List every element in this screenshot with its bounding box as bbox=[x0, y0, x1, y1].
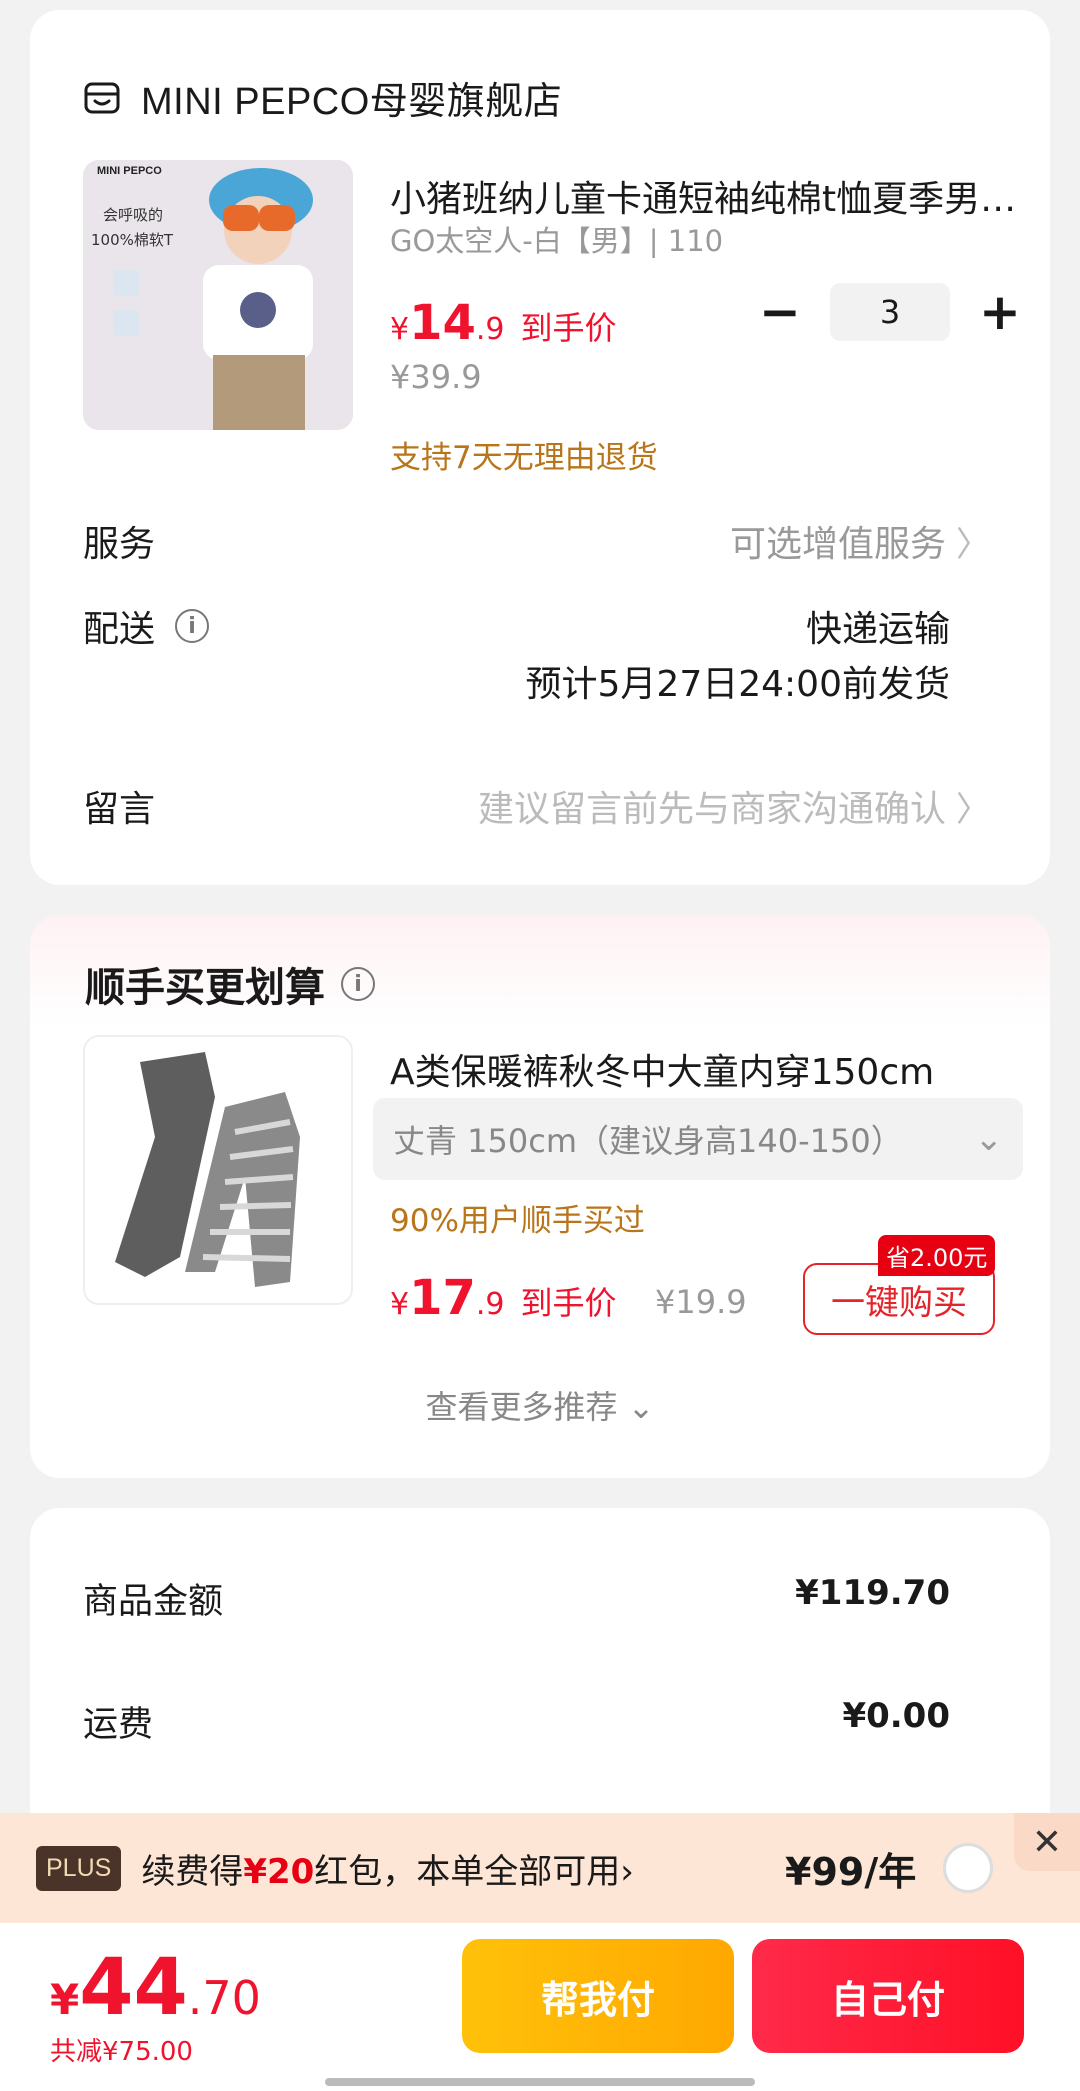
goods-amount-label: 商品金额 bbox=[83, 1582, 224, 1622]
total-savings: 共减¥75.00 bbox=[50, 2037, 193, 2067]
home-indicator[interactable] bbox=[325, 2078, 755, 2086]
plus-price: ¥99/年 bbox=[785, 1849, 917, 1894]
service-value: 可选增值服务 bbox=[729, 524, 946, 565]
service-label: 服务 bbox=[83, 524, 156, 565]
shipping-eta: 预计5月27日24:00前发货 bbox=[525, 664, 950, 705]
price-currency: ¥ bbox=[390, 1287, 410, 1322]
chevron-right-icon: › bbox=[620, 1851, 634, 1892]
plus-badge: PLUS bbox=[36, 1845, 122, 1891]
product-spec[interactable]: GO太空人-白【男】| 110 bbox=[390, 218, 723, 260]
info-icon[interactable]: i bbox=[175, 609, 210, 643]
product-thumbnail[interactable]: MINI PEPCO 会呼吸的 100%棉软T bbox=[83, 160, 353, 430]
product-price: ¥ 14 .9 到手价 bbox=[390, 295, 617, 351]
store-icon bbox=[84, 82, 120, 113]
popularity-text: 90%用户顺手买过 bbox=[390, 1203, 645, 1239]
plus-checkbox[interactable] bbox=[943, 1843, 993, 1893]
save-badge: 省2.00元 bbox=[878, 1235, 996, 1276]
service-selector[interactable]: 可选增值服务 〉 bbox=[730, 515, 990, 567]
recommendation-card: 顺手买更划算 i A类保暖裤秋冬中大童内穿150cm 丈青 150cm（建议身高… bbox=[30, 915, 1050, 1478]
plus-text-amount: ¥20 bbox=[243, 1851, 315, 1892]
price-int: 14 bbox=[409, 295, 476, 351]
recommended-original-price: ¥19.9 bbox=[655, 1283, 747, 1321]
price-currency: ¥ bbox=[390, 312, 410, 347]
original-price: ¥39.9 bbox=[390, 358, 482, 396]
message-input[interactable]: 建议留言前先与商家沟通确认 〉 bbox=[478, 780, 990, 832]
thumb-brand: MINI PEPCO bbox=[97, 165, 162, 177]
order-card: MINI PEPCO母婴旗舰店 MINI PEPCO 会呼吸的 100%棉软T … bbox=[30, 10, 1050, 885]
shipping-label: 配送 bbox=[83, 609, 156, 650]
plus-membership-banner[interactable]: PLUS 续费得¥20红包，本单全部可用› ¥99/年 bbox=[0, 1813, 1080, 1923]
recommended-product-thumbnail[interactable] bbox=[83, 1035, 353, 1305]
total-dec: .70 bbox=[187, 1971, 261, 2025]
chevron-down-icon: ⌄ bbox=[974, 1119, 1004, 1159]
shop-header[interactable]: MINI PEPCO母婴旗舰店 bbox=[83, 70, 562, 125]
freight-value: ¥0.00 bbox=[842, 1696, 950, 1736]
price-tag: 到手价 bbox=[520, 1284, 617, 1322]
message-label: 留言 bbox=[83, 789, 156, 830]
price-tag: 到手价 bbox=[520, 309, 617, 347]
spec-dropdown[interactable]: 丈青 150cm（建议身高140-150） ⌄ bbox=[373, 1098, 1023, 1180]
message-placeholder: 建议留言前先与商家沟通确认 bbox=[477, 789, 946, 830]
total-int: 44 bbox=[79, 1943, 188, 2033]
price-dec: .9 bbox=[475, 1287, 505, 1322]
recommended-product-image bbox=[85, 1037, 351, 1303]
plus-text-prefix: 续费得 bbox=[141, 1851, 244, 1892]
plus-text-suffix: 红包，本单全部可用 bbox=[314, 1851, 621, 1892]
recommended-product-title[interactable]: A类保暖裤秋冬中大童内穿150cm bbox=[390, 1043, 1020, 1095]
recommendation-header: 顺手买更划算 i bbox=[85, 955, 375, 1013]
goods-amount-value: ¥119.70 bbox=[795, 1573, 950, 1613]
svg-text:会呼吸的: 会呼吸的 bbox=[103, 206, 163, 224]
plus-promo-text: 续费得¥20红包，本单全部可用› bbox=[141, 1844, 634, 1893]
price-int: 17 bbox=[409, 1270, 476, 1326]
spec-value: 丈青 150cm（建议身高140-150） bbox=[393, 1122, 903, 1160]
total-currency: ¥ bbox=[50, 1975, 80, 2024]
price-dec: .9 bbox=[475, 312, 505, 347]
svg-text:100%棉软T: 100%棉软T bbox=[91, 231, 174, 249]
close-icon[interactable]: ✕ bbox=[1014, 1813, 1080, 1871]
product-title[interactable]: 小猪班纳儿童卡通短袖纯棉t恤夏季男童上衣 bbox=[390, 170, 1020, 222]
freight-label: 运费 bbox=[83, 1705, 154, 1745]
more-recommendations-link[interactable]: 查看更多推荐 ⌄ bbox=[30, 1382, 1050, 1428]
recommendation-title: 顺手买更划算 bbox=[85, 965, 325, 1011]
decrease-button[interactable]: − bbox=[750, 282, 810, 342]
recommended-price: ¥ 17 .9 到手价 bbox=[390, 1270, 617, 1326]
chevron-right-icon: 〉 bbox=[956, 789, 990, 830]
chevron-right-icon: 〉 bbox=[956, 524, 990, 565]
info-icon[interactable]: i bbox=[341, 967, 375, 1001]
shop-name: MINI PEPCO母婴旗舰店 bbox=[141, 81, 563, 123]
quantity-value[interactable]: 3 bbox=[830, 283, 950, 341]
return-policy: 支持7天无理由退货 bbox=[390, 440, 658, 476]
pay-myself-button[interactable]: 自己付 bbox=[752, 1939, 1024, 2053]
help-me-pay-button[interactable]: 帮我付 bbox=[462, 1939, 734, 2053]
increase-button[interactable]: + bbox=[970, 282, 1030, 342]
product-image: MINI PEPCO 会呼吸的 100%棉软T bbox=[83, 160, 353, 430]
total-price: ¥ 44 .70 bbox=[50, 1943, 261, 2033]
shipping-label-row: 配送 i bbox=[83, 600, 210, 652]
quantity-stepper: − 3 + bbox=[750, 282, 1030, 342]
shipping-method: 快递运输 bbox=[805, 609, 950, 650]
